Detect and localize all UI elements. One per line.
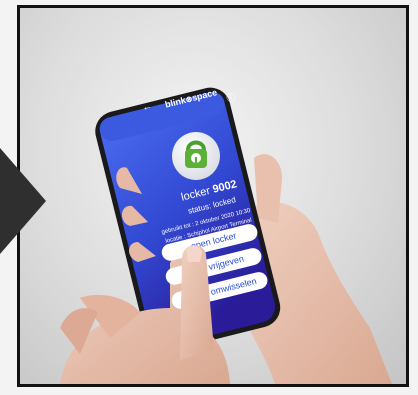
padlock-badge bbox=[172, 132, 220, 180]
photo-frame: ← blink⊗space ⓘ locker 9002 status: lock… bbox=[17, 5, 409, 387]
index-finger bbox=[180, 245, 214, 360]
left-arrow-marker bbox=[0, 148, 46, 254]
